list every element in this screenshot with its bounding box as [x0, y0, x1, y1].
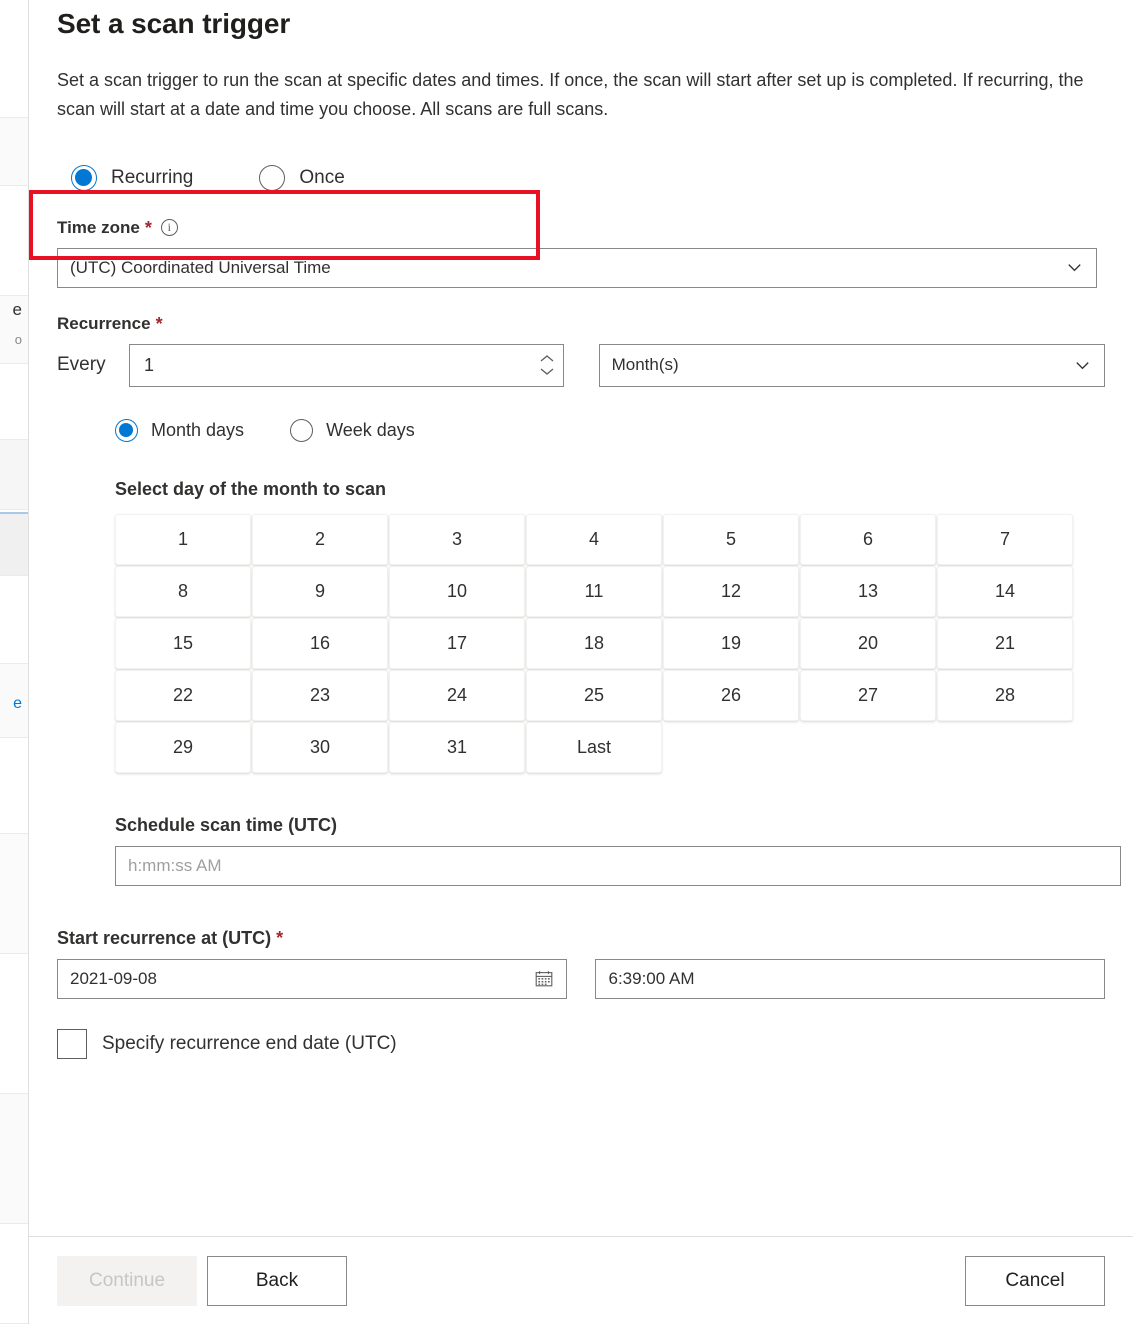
day-cell[interactable]: 27: [800, 669, 936, 721]
day-cell[interactable]: 14: [937, 565, 1073, 617]
recurrence-label: Recurrence *: [57, 314, 1105, 334]
time-zone-label-text: Time zone: [57, 217, 140, 237]
day-cell[interactable]: 26: [663, 669, 799, 721]
radio-indicator-month-days[interactable]: [115, 419, 138, 443]
radio-label-month-days: Month days: [151, 420, 245, 441]
chevron-down-icon[interactable]: [1065, 258, 1084, 277]
radio-label-recurring: Recurring: [111, 166, 194, 188]
chevron-up-icon: [540, 355, 553, 362]
scan-trigger-panel: Set a scan trigger Set a scan trigger to…: [28, 0, 1133, 1324]
day-cell[interactable]: 4: [526, 513, 662, 565]
start-recurrence-row: 2021-09-08 6:39:00 AM: [57, 958, 1105, 999]
day-of-month-grid: 1 2 3 4 5 6 7 8 9 10 11 12 13 14 15 16 17 18 19 20 21 22 23 24 2…: [57, 513, 1073, 773]
day-cell[interactable]: 22: [115, 669, 251, 721]
day-cell[interactable]: 7: [937, 513, 1073, 565]
background-link-fragment[interactable]: e: [0, 695, 22, 713]
day-cell[interactable]: 10: [389, 565, 525, 617]
time-zone-value: (UTC) Coordinated Universal Time: [70, 257, 331, 277]
day-cell[interactable]: 31: [389, 721, 525, 773]
day-cell[interactable]: 20: [800, 617, 936, 669]
specify-end-date-label: Specify recurrence end date (UTC): [102, 1032, 397, 1054]
day-cell[interactable]: 9: [252, 565, 388, 617]
day-cell[interactable]: 3: [389, 513, 525, 565]
day-cell[interactable]: 5: [663, 513, 799, 565]
day-picker-heading: Select day of the month to scan: [115, 478, 387, 499]
stepper-arrows[interactable]: [531, 345, 563, 386]
radio-indicator-week-days[interactable]: [290, 419, 314, 443]
calendar-icon[interactable]: [534, 969, 554, 989]
recurrence-unit-select[interactable]: Month(s): [598, 343, 1105, 387]
specify-end-date-checkbox-row[interactable]: Specify recurrence end date (UTC): [57, 1028, 1105, 1059]
radio-option-week-days[interactable]: Week days: [290, 419, 415, 443]
day-cell[interactable]: 11: [526, 565, 662, 617]
schedule-scan-time-placeholder: h:mm:ss AM: [128, 855, 222, 875]
start-time-input[interactable]: 6:39:00 AM: [595, 958, 1105, 999]
recurrence-unit-value: Month(s): [611, 355, 679, 375]
recurrence-interval-stepper[interactable]: 1: [129, 343, 564, 387]
required-asterisk: *: [155, 313, 163, 334]
day-cell[interactable]: 1: [115, 513, 251, 565]
schedule-scan-time-label: Schedule scan time (UTC): [115, 814, 338, 835]
every-label: Every: [57, 354, 106, 376]
day-cell[interactable]: 30: [252, 721, 388, 773]
day-cell[interactable]: 29: [115, 721, 251, 773]
background-page-edge: e o e: [0, 0, 28, 1324]
back-button[interactable]: Back: [207, 1255, 347, 1306]
day-cell[interactable]: 18: [526, 617, 662, 669]
page-title: Set a scan trigger: [57, 8, 291, 39]
time-zone-label: Time zone * i: [57, 218, 1105, 238]
background-text-fragment: o: [14, 332, 22, 347]
day-cell[interactable]: 13: [800, 565, 936, 617]
radio-option-recurring[interactable]: Recurring: [71, 164, 194, 191]
day-mode-radio-group: Month days Week days: [57, 409, 1105, 453]
specify-end-date-checkbox[interactable]: [57, 1028, 87, 1059]
radio-option-month-days[interactable]: Month days: [115, 419, 245, 443]
panel-footer: Continue Back Cancel: [29, 1236, 1133, 1324]
recurrence-label-text: Recurrence: [57, 313, 151, 333]
radio-option-once[interactable]: Once: [259, 164, 345, 191]
radio-label-once: Once: [299, 166, 345, 188]
required-asterisk: *: [276, 928, 284, 949]
scan-trigger-panel-screen: e o e Set a scan trigger Set a scan trig…: [0, 0, 1133, 1324]
schedule-scan-time-input[interactable]: h:mm:ss AM: [115, 845, 1121, 886]
day-cell[interactable]: 28: [937, 669, 1073, 721]
day-cell[interactable]: 16: [252, 617, 388, 669]
radio-indicator-recurring[interactable]: [71, 164, 97, 191]
radio-indicator-once[interactable]: [259, 164, 286, 191]
page-description: Set a scan trigger to run the scan at sp…: [57, 70, 1084, 119]
day-cell[interactable]: 25: [526, 669, 662, 721]
day-cell[interactable]: 15: [115, 617, 251, 669]
recurrence-interval-row: Every 1 Month(s): [57, 343, 1105, 387]
trigger-mode-radio-group: Recurring Once: [57, 152, 1105, 204]
recurrence-interval-value[interactable]: 1: [130, 355, 531, 376]
day-cell[interactable]: 24: [389, 669, 525, 721]
cancel-button[interactable]: Cancel: [965, 1255, 1105, 1306]
background-text-fragment: e: [12, 300, 22, 319]
start-date-value: 2021-09-08: [70, 968, 157, 988]
day-cell[interactable]: Last: [526, 721, 662, 773]
start-recurrence-label: Start recurrence at (UTC) *: [57, 928, 1105, 949]
start-date-input[interactable]: 2021-09-08: [57, 958, 568, 999]
required-asterisk: *: [144, 217, 152, 238]
chevron-down-icon[interactable]: [1073, 356, 1092, 375]
day-cell[interactable]: 19: [663, 617, 799, 669]
start-time-value: 6:39:00 AM: [608, 968, 695, 988]
day-cell[interactable]: 21: [937, 617, 1073, 669]
day-cell[interactable]: 12: [663, 565, 799, 617]
info-icon[interactable]: i: [160, 219, 178, 237]
panel-body: Set a scan trigger Set a scan trigger to…: [29, 0, 1133, 1236]
day-cell[interactable]: 23: [252, 669, 388, 721]
radio-label-week-days: Week days: [326, 420, 415, 441]
start-recurrence-label-text: Start recurrence at (UTC): [57, 927, 272, 948]
day-cell[interactable]: 2: [252, 513, 388, 565]
day-cell[interactable]: 8: [115, 565, 251, 617]
continue-button[interactable]: Continue: [57, 1255, 197, 1306]
time-zone-select[interactable]: (UTC) Coordinated Universal Time: [57, 247, 1097, 288]
day-cell[interactable]: 6: [800, 513, 936, 565]
day-cell[interactable]: 17: [389, 617, 525, 669]
chevron-down-icon: [540, 368, 553, 375]
